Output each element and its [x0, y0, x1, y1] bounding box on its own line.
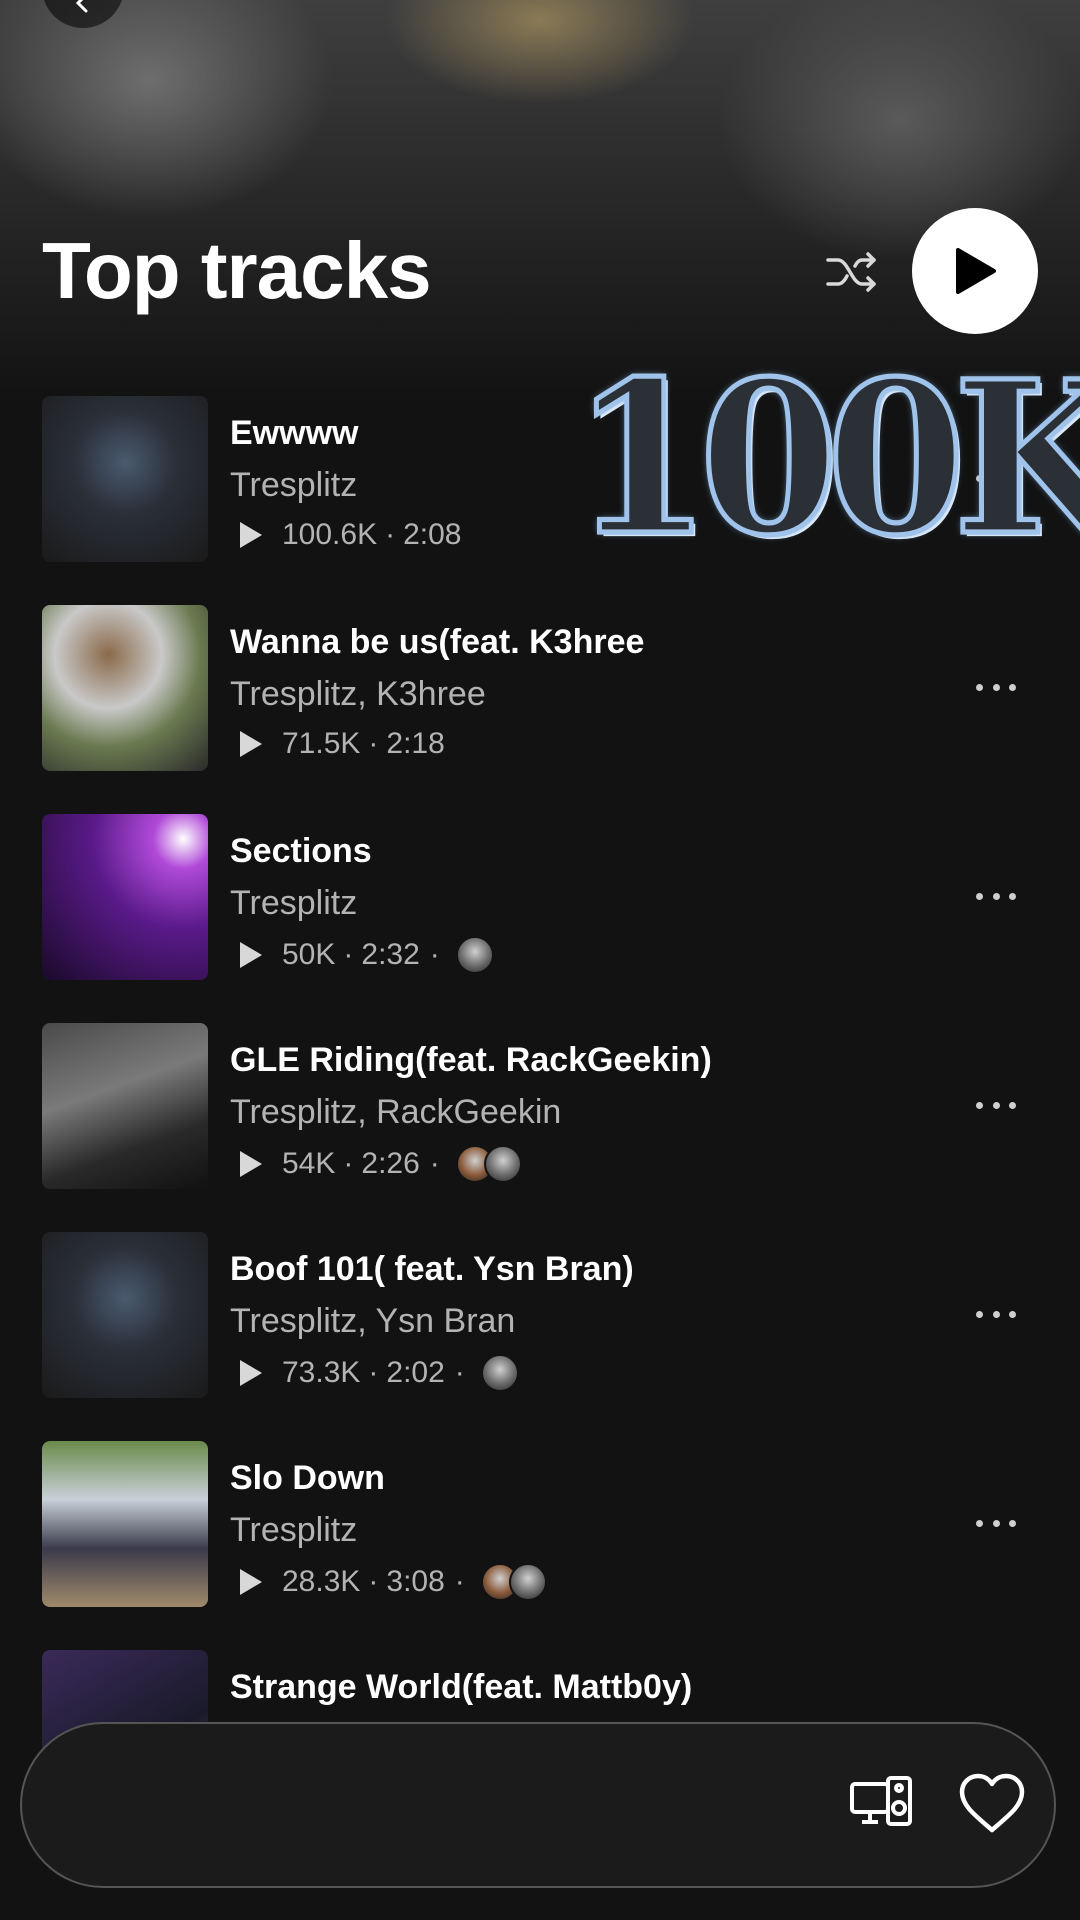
play-count: 73.3K — [282, 1356, 361, 1389]
more-dot — [976, 1519, 983, 1527]
more-dot — [1009, 1519, 1016, 1527]
contributor-avatars — [480, 1563, 547, 1601]
track-artist: Tresplitz, RackGeekin — [230, 1093, 562, 1131]
track-meta: 100.6K · 2:08 — [240, 518, 461, 552]
meta-separator: · — [343, 938, 354, 971]
play-count-icon — [240, 942, 262, 968]
play-count-icon — [240, 1569, 262, 1595]
track-row[interactable]: Wanna be us(feat. K3hree Tresplitz, K3hre… — [0, 605, 1080, 773]
track-cover-art — [42, 814, 208, 980]
contributor-avatars — [455, 1145, 522, 1183]
chevron-left-icon — [75, 0, 88, 13]
track-meta: 73.3K · 2:02 · — [240, 1354, 519, 1392]
more-dot — [976, 1101, 983, 1109]
mini-player[interactable] — [20, 1722, 1056, 1888]
contributor-avatar — [455, 936, 494, 974]
play-count-icon — [240, 1360, 262, 1386]
play-icon — [956, 248, 996, 294]
track-row[interactable]: Boof 101( feat. Ysn Bran) Tresplitz, Ysn … — [0, 1232, 1080, 1400]
track-meta: 28.3K · 3:08 · — [240, 1563, 547, 1601]
like-button[interactable] — [952, 1764, 1032, 1844]
more-dot — [976, 892, 983, 900]
more-options-icon[interactable] — [976, 886, 1016, 906]
meta-separator: · — [343, 1147, 354, 1180]
more-dot — [1009, 892, 1016, 900]
track-title: GLE Riding(feat. RackGeekin) — [230, 1041, 712, 1079]
track-duration: 2:02 — [386, 1356, 445, 1389]
track-artist: Tresplitz — [230, 1511, 358, 1549]
track-row[interactable]: Slo Down Tresplitz 28.3K · 3:08 · — [0, 1441, 1080, 1609]
play-count: 50K — [282, 938, 336, 971]
track-cover-art — [42, 1023, 208, 1189]
track-artist: Tresplitz, Ysn Bran — [230, 1302, 516, 1340]
meta-separator: · — [429, 1147, 440, 1180]
more-options-icon[interactable] — [976, 677, 1016, 697]
track-row[interactable]: GLE Riding(feat. RackGeekin) Tresplitz, R… — [0, 1023, 1080, 1191]
play-count-icon — [240, 522, 262, 548]
more-dot — [1009, 1101, 1016, 1109]
track-duration: 3:08 — [386, 1565, 445, 1598]
track-title: Sections — [230, 832, 372, 870]
track-duration: 2:26 — [361, 1147, 420, 1180]
more-dot — [992, 1101, 1000, 1109]
track-cover-art — [42, 605, 208, 771]
shuffle-button[interactable] — [824, 244, 880, 300]
contributor-avatars — [480, 1354, 519, 1392]
track-title: Slo Down — [230, 1459, 385, 1497]
more-dot — [976, 683, 983, 691]
100k-sticker: 100K — [570, 335, 1080, 583]
track-meta: 71.5K · 2:18 — [240, 727, 445, 761]
meta-separator: · — [368, 1565, 379, 1598]
play-count: 54K — [282, 1147, 336, 1180]
more-options-icon[interactable] — [976, 1304, 1016, 1324]
contributor-avatar — [483, 1145, 522, 1183]
page-title: Top tracks — [42, 226, 432, 315]
meta-separator: · — [368, 1356, 379, 1389]
more-dot — [992, 683, 1000, 691]
track-title: Ewwww — [230, 414, 359, 452]
heart-outline-icon — [959, 1773, 1025, 1833]
play-count-icon — [240, 731, 262, 757]
contributor-avatars — [455, 936, 494, 974]
meta-separator: · — [454, 1356, 465, 1389]
play-count: 71.5K — [282, 727, 361, 760]
more-dot — [992, 1310, 1000, 1318]
devices-icon — [850, 1776, 912, 1826]
connect-device-button[interactable] — [842, 1764, 922, 1844]
meta-separator: · — [454, 1565, 465, 1598]
track-duration: 2:18 — [386, 727, 445, 760]
play-count: 100.6K — [282, 518, 378, 551]
track-artist: Tresplitz, K3hree — [230, 675, 486, 713]
play-count: 28.3K — [282, 1565, 361, 1598]
more-dot — [992, 1519, 1000, 1527]
track-meta: 54K · 2:26 · — [240, 1145, 522, 1183]
play-button[interactable] — [912, 208, 1038, 334]
track-duration: 2:08 — [403, 518, 462, 551]
more-options-icon[interactable] — [976, 1513, 1016, 1533]
contributor-avatar — [480, 1354, 519, 1392]
more-dot — [1009, 1310, 1016, 1318]
track-title: Strange World(feat. Mattb0y) — [230, 1668, 693, 1706]
more-dot — [992, 892, 1000, 900]
track-cover-art — [42, 396, 208, 562]
track-cover-art — [42, 1441, 208, 1607]
play-count-icon — [240, 1151, 262, 1177]
more-options-icon[interactable] — [976, 1095, 1016, 1115]
meta-separator: · — [429, 938, 440, 971]
contributor-avatar — [508, 1563, 547, 1601]
track-cover-art — [42, 1232, 208, 1398]
track-meta: 50K · 2:32 · — [240, 936, 494, 974]
track-artist: Tresplitz — [230, 466, 358, 504]
meta-separator: · — [385, 518, 396, 551]
track-row[interactable]: Sections Tresplitz 50K · 2:32 · — [0, 814, 1080, 982]
track-title: Wanna be us(feat. K3hree — [230, 623, 645, 661]
track-artist: Tresplitz — [230, 884, 358, 922]
more-dot — [976, 1310, 983, 1318]
track-title: Boof 101( feat. Ysn Bran) — [230, 1250, 634, 1288]
track-duration: 2:32 — [361, 938, 420, 971]
more-dot — [1009, 683, 1016, 691]
shuffle-icon — [826, 252, 876, 292]
meta-separator: · — [368, 727, 379, 760]
